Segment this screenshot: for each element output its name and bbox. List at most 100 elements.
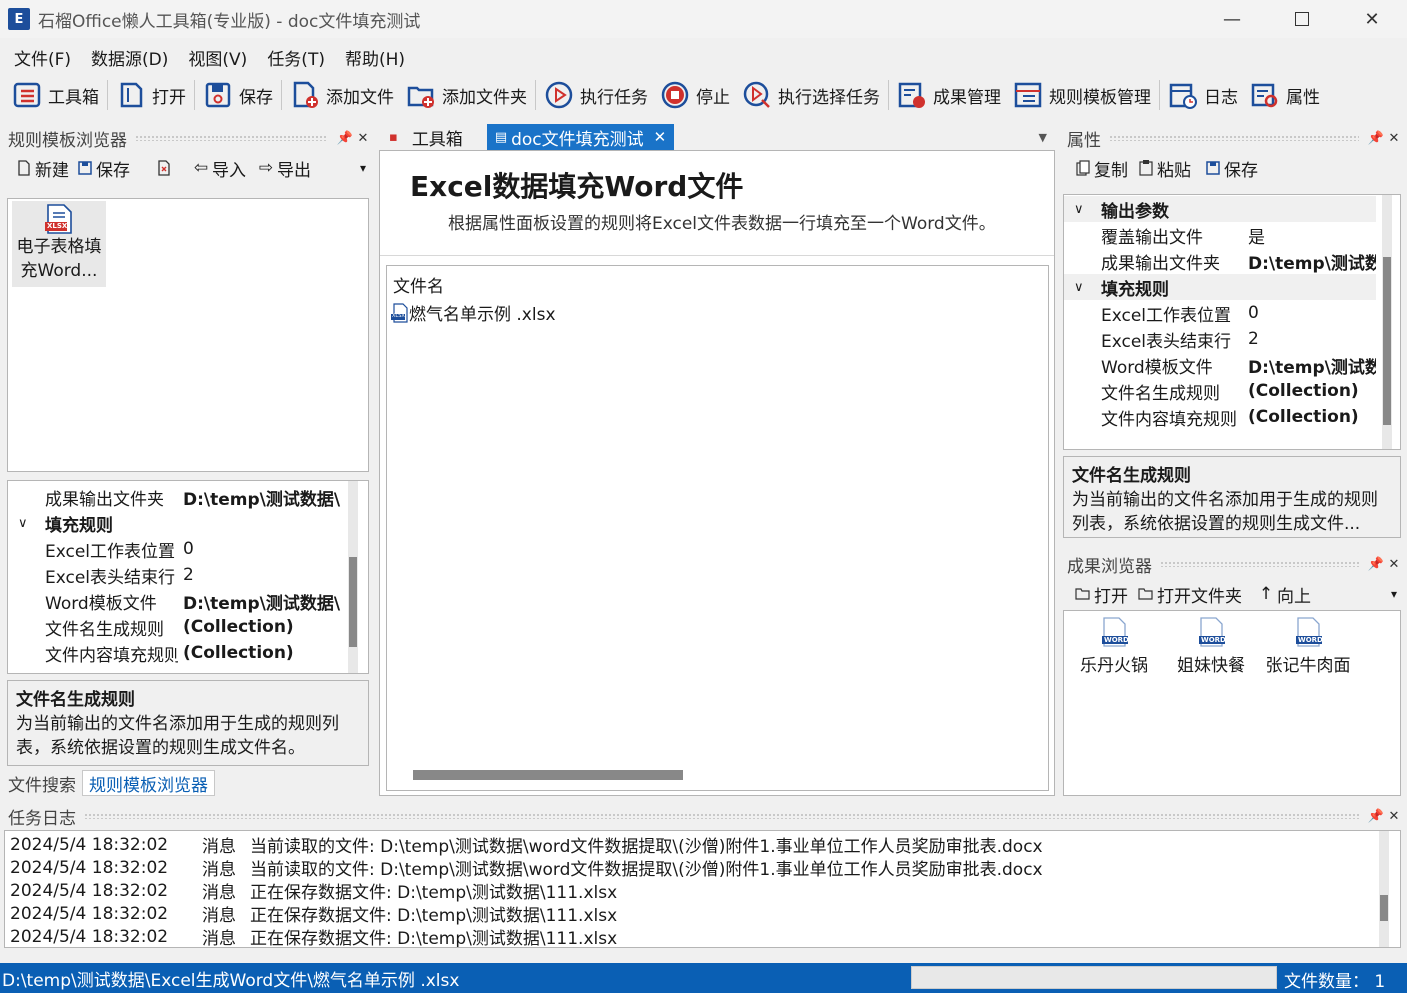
- prop-value: D:\temp\测试数据: [1248, 357, 1376, 378]
- rule-templates-button[interactable]: 规则模板管理: [1007, 75, 1157, 115]
- tab-toolbox[interactable]: ▪ 工具箱: [379, 124, 473, 150]
- copy-button[interactable]: 复制: [1075, 156, 1128, 181]
- log-button[interactable]: 日志: [1162, 75, 1244, 115]
- log-line[interactable]: 2024/5/4 18:32:02 消息 当前读取的文件: D:\temp\测试数据…: [10, 856, 1400, 881]
- separator: [888, 80, 889, 110]
- prop-row[interactable]: 成果输出文件夹 D:\temp\测试数据\: [8, 484, 348, 510]
- log-line[interactable]: 2024/5/4 18:32:02 消息 正在保存数据文件: D:\temp\测试数…: [10, 925, 1400, 948]
- word-badge: WORD: [1104, 636, 1129, 644]
- log-line[interactable]: 2024/5/4 18:32:02 消息 当前读取的文件: D:\temp\测试数据…: [10, 833, 1400, 858]
- pin-icon[interactable]: 📌: [1367, 809, 1385, 824]
- chevron-down-icon[interactable]: ∨: [1074, 202, 1084, 217]
- column-header-filename[interactable]: 文件名: [393, 272, 444, 297]
- pin-icon[interactable]: 📌: [1367, 131, 1385, 146]
- drag-grip[interactable]: [1109, 135, 1359, 141]
- export-button[interactable]: ⇨ 导出: [258, 156, 311, 181]
- panel-title: 规则模板浏览器: [8, 130, 127, 151]
- stop-button[interactable]: 停止: [654, 75, 736, 115]
- new-template-button[interactable]: 新建: [16, 156, 69, 181]
- result-file-item[interactable]: WORD 姐妹快餐: [1163, 617, 1259, 676]
- pin-icon[interactable]: 📌: [336, 131, 354, 146]
- template-item[interactable]: XLSX 电子表格填 充Word...: [12, 201, 106, 287]
- prop-row[interactable]: 文件内容填充规则 (Collection): [8, 640, 348, 666]
- drag-grip[interactable]: [84, 813, 1359, 819]
- menu-datasource[interactable]: 数据源(D): [91, 45, 168, 70]
- open-label: 打开: [1094, 586, 1128, 607]
- minimize-button[interactable]: —: [1197, 0, 1267, 38]
- chevron-down-icon[interactable]: ∨: [18, 516, 28, 531]
- right-description-box: 文件名生成规则 为当前输出的文件名添加用于生成的规则列表，系统依据设置的规则生成…: [1063, 456, 1401, 538]
- drag-grip[interactable]: [135, 135, 328, 141]
- tab-label: doc文件填充测试: [511, 129, 644, 150]
- tab-doc-fill-test[interactable]: ▤ doc文件填充测试 ✕: [486, 124, 675, 150]
- panel-close-icon[interactable]: ✕: [1385, 809, 1403, 824]
- prop-row[interactable]: Excel工作表位置 0: [1064, 300, 1376, 326]
- save-template-button[interactable]: 保存: [77, 156, 130, 181]
- prop-value: (Collection): [183, 643, 294, 663]
- pin-icon[interactable]: 📌: [1367, 557, 1385, 572]
- open-button[interactable]: 打开: [110, 75, 192, 115]
- delete-template-button[interactable]: [156, 160, 175, 176]
- prop-row[interactable]: Excel工作表位置 0: [8, 536, 348, 562]
- rule-template-browser-panel: 规则模板浏览器 📌 ✕ 新建 保存 ⇦ 导入 ⇨ 导出 ▾ XLSX 电子表格填 充…: [2, 124, 372, 796]
- add-file-button[interactable]: 添加文件: [284, 75, 400, 115]
- vertical-scrollbar[interactable]: [348, 481, 358, 673]
- menu-view[interactable]: 视图(V): [188, 45, 247, 70]
- prop-group-row[interactable]: ∨ 填充规则: [8, 510, 348, 536]
- rule-templates-label: 规则模板管理: [1049, 87, 1151, 108]
- maximize-button[interactable]: [1267, 0, 1337, 38]
- paste-button[interactable]: 粘贴: [1138, 156, 1191, 181]
- prop-row[interactable]: Excel表头结束行 2: [8, 562, 348, 588]
- prop-value: D:\temp\测试数据\: [183, 489, 341, 510]
- prop-group-row[interactable]: ∨ 输出参数: [1064, 196, 1376, 222]
- toolbox-button[interactable]: 工具箱: [6, 75, 105, 115]
- panel-close-icon[interactable]: ✕: [1385, 131, 1403, 146]
- chevron-down-icon[interactable]: ∨: [1074, 280, 1084, 295]
- tab-close-icon[interactable]: ✕: [654, 128, 667, 146]
- prop-row[interactable]: 覆盖输出文件 是: [1064, 222, 1376, 248]
- save-props-button[interactable]: 保存: [1205, 156, 1258, 181]
- add-folder-button[interactable]: 添加文件夹: [400, 75, 533, 115]
- prop-row[interactable]: Word模板文件 D:\temp\测试数据\: [8, 588, 348, 614]
- drag-grip[interactable]: [1160, 561, 1359, 567]
- prop-row[interactable]: Word模板文件 D:\temp\测试数据: [1064, 352, 1376, 378]
- import-button[interactable]: ⇦ 导入: [193, 156, 246, 181]
- vertical-scrollbar[interactable]: [1379, 831, 1389, 947]
- close-button[interactable]: ✕: [1337, 0, 1407, 38]
- horizontal-scrollbar-thumb[interactable]: [413, 770, 683, 780]
- log-line[interactable]: 2024/5/4 18:32:02 消息 正在保存数据文件: D:\temp\测试数…: [10, 879, 1400, 904]
- list-item[interactable]: XLSX 燃气名单示例 .xlsx: [391, 300, 556, 325]
- prop-key: Excel工作表位置: [1101, 305, 1232, 326]
- overflow-chevron-icon[interactable]: ▾: [1391, 587, 1397, 601]
- vertical-scrollbar[interactable]: [1382, 195, 1392, 449]
- prop-row[interactable]: 文件名生成规则 (Collection): [8, 614, 348, 640]
- tab-file-search[interactable]: 文件搜索: [2, 771, 82, 796]
- tab-rule-template-browser[interactable]: 规则模板浏览器: [82, 770, 215, 796]
- open-folder-button[interactable]: 打开文件夹: [1138, 582, 1242, 607]
- run-task-button[interactable]: 执行任务: [538, 75, 654, 115]
- menu-file[interactable]: 文件(F): [14, 45, 71, 70]
- stop-label: 停止: [696, 87, 730, 108]
- close-icon: ✕: [1364, 8, 1380, 30]
- result-file-item[interactable]: WORD 张记牛肉面: [1260, 617, 1356, 676]
- overflow-chevron-icon[interactable]: ▾: [360, 161, 366, 175]
- prop-group-row[interactable]: ∨ 填充规则: [1064, 274, 1376, 300]
- open-result-button[interactable]: 打开: [1075, 582, 1128, 607]
- panel-close-icon[interactable]: ✕: [1385, 557, 1403, 572]
- prop-row[interactable]: 成果输出文件夹 D:\temp\测试数据: [1064, 248, 1376, 274]
- properties-button[interactable]: 属性: [1244, 75, 1326, 115]
- tab-list-chevron-icon[interactable]: ▼: [1039, 131, 1047, 144]
- up-button[interactable]: ↑ 向上: [1258, 582, 1311, 607]
- log-line[interactable]: 2024/5/4 18:32:02 消息 正在保存数据文件: D:\temp\测试数…: [10, 902, 1400, 927]
- menu-task[interactable]: 任务(T): [267, 45, 325, 70]
- menu-help[interactable]: 帮助(H): [345, 45, 405, 70]
- result-file-item[interactable]: WORD 乐丹火锅: [1066, 617, 1162, 676]
- panel-close-icon[interactable]: ✕: [354, 131, 372, 146]
- prop-row[interactable]: 文件名生成规则 (Collection): [1064, 378, 1376, 404]
- prop-row[interactable]: Excel表头结束行 2: [1064, 326, 1376, 352]
- prop-row[interactable]: 文件内容填充规则 (Collection): [1064, 404, 1376, 430]
- run-selected-button[interactable]: 执行选择任务: [736, 75, 886, 115]
- toolbox-label: 工具箱: [48, 87, 99, 108]
- results-button[interactable]: 成果管理: [891, 75, 1007, 115]
- save-button[interactable]: 保存: [197, 75, 279, 115]
